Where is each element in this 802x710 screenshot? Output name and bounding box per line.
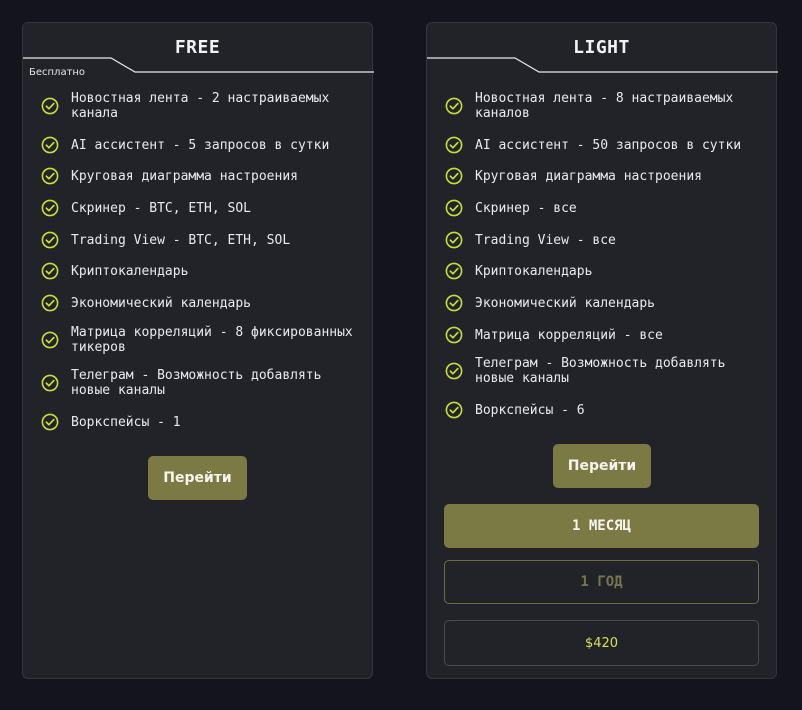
- check-circle-icon: [41, 294, 59, 312]
- feature-text: Экономический календарь: [71, 295, 252, 311]
- check-circle-icon: [41, 136, 59, 154]
- check-circle-icon: [445, 294, 463, 312]
- feature-text: Круговая диаграмма настроения: [475, 168, 702, 184]
- feature-item: Матрица корреляций - все: [445, 326, 766, 344]
- feature-item: Скринер - BTC, ETH, SOL: [41, 199, 362, 217]
- plan-title: FREE: [174, 37, 221, 58]
- check-circle-icon: [445, 199, 463, 217]
- feature-item: Trading View - BTC, ETH, SOL: [41, 231, 362, 249]
- check-circle-icon: [445, 136, 463, 154]
- plan-card-free: FREE Бесплатно Новостная лента - 2 настр…: [22, 22, 374, 679]
- feature-item: Круговая диаграмма настроения: [41, 167, 362, 185]
- feature-text: Телеграм - Возможность добавлять новые к…: [71, 368, 322, 398]
- plan-title: LIGHT: [573, 37, 630, 58]
- feature-item: Криптокалендарь: [41, 262, 362, 280]
- check-circle-icon: [41, 97, 59, 115]
- feature-text: Скринер - все: [475, 200, 577, 216]
- go-button-free[interactable]: Перейти: [148, 456, 247, 500]
- check-circle-icon: [41, 413, 59, 431]
- check-circle-icon: [445, 362, 463, 380]
- feature-text: Матрица корреляций - 8 фиксированных тик…: [71, 325, 353, 355]
- plan-card-light: LIGHT Новостная лента - 8 настраиваемых …: [426, 22, 778, 679]
- period-option-month[interactable]: 1 МЕСЯЦ: [444, 504, 759, 548]
- check-circle-icon: [41, 262, 59, 280]
- feature-text: Матрица корреляций - все: [475, 327, 663, 343]
- feature-item: AI ассистент - 50 запросов в сутки: [445, 136, 766, 154]
- feature-text: Воркспейсы - 1: [71, 414, 181, 430]
- feature-text: AI ассистент - 50 запросов в сутки: [475, 137, 742, 153]
- feature-text: Скринер - BTC, ETH, SOL: [71, 200, 252, 216]
- feature-text: Криптокалендарь: [71, 263, 189, 279]
- feature-text: Новостная лента - 8 настраиваемых канало…: [475, 91, 734, 121]
- feature-text: Trading View - все: [475, 232, 616, 248]
- check-circle-icon: [41, 231, 59, 249]
- feature-item: Телеграм - Возможность добавлять новые к…: [41, 368, 362, 398]
- feature-item: Скринер - все: [445, 199, 766, 217]
- check-circle-icon: [445, 167, 463, 185]
- feature-text: Trading View - BTC, ETH, SOL: [71, 232, 291, 248]
- feature-text: Телеграм - Возможность добавлять новые к…: [475, 356, 726, 386]
- feature-item: Новостная лента - 8 настраиваемых канало…: [445, 91, 766, 121]
- check-circle-icon: [445, 326, 463, 344]
- price-display: $420: [444, 620, 759, 666]
- feature-item: Воркспейсы - 1: [41, 413, 362, 431]
- check-circle-icon: [445, 262, 463, 280]
- period-option-year[interactable]: 1 ГОД: [444, 560, 759, 604]
- feature-item: Матрица корреляций - 8 фиксированных тик…: [41, 325, 362, 355]
- feature-item: AI ассистент - 5 запросов в сутки: [41, 136, 362, 154]
- feature-text: Новостная лента - 2 настраиваемых канала: [71, 91, 330, 121]
- feature-item: Trading View - все: [445, 231, 766, 249]
- feature-item: Новостная лента - 2 настраиваемых канала: [41, 91, 362, 121]
- feature-item: Криптокалендарь: [445, 262, 766, 280]
- check-circle-icon: [41, 167, 59, 185]
- check-circle-icon: [445, 97, 463, 115]
- feature-text: AI ассистент - 5 запросов в сутки: [71, 137, 330, 153]
- feature-item: Телеграм - Возможность добавлять новые к…: [445, 356, 766, 386]
- feature-text: Воркспейсы - 6: [475, 402, 585, 418]
- feature-text: Круговая диаграмма настроения: [71, 168, 298, 184]
- feature-text: Криптокалендарь: [475, 263, 593, 279]
- go-button-light[interactable]: Перейти: [553, 444, 651, 488]
- feature-item: Воркспейсы - 6: [445, 401, 766, 419]
- check-circle-icon: [445, 401, 463, 419]
- check-circle-icon: [41, 331, 59, 349]
- check-circle-icon: [445, 231, 463, 249]
- feature-text: Экономический календарь: [475, 295, 656, 311]
- plan-subtitle: Бесплатно: [29, 67, 86, 78]
- check-circle-icon: [41, 199, 59, 217]
- feature-item: Круговая диаграмма настроения: [445, 167, 766, 185]
- check-circle-icon: [41, 374, 59, 392]
- feature-item: Экономический календарь: [445, 294, 766, 312]
- feature-item: Экономический календарь: [41, 294, 362, 312]
